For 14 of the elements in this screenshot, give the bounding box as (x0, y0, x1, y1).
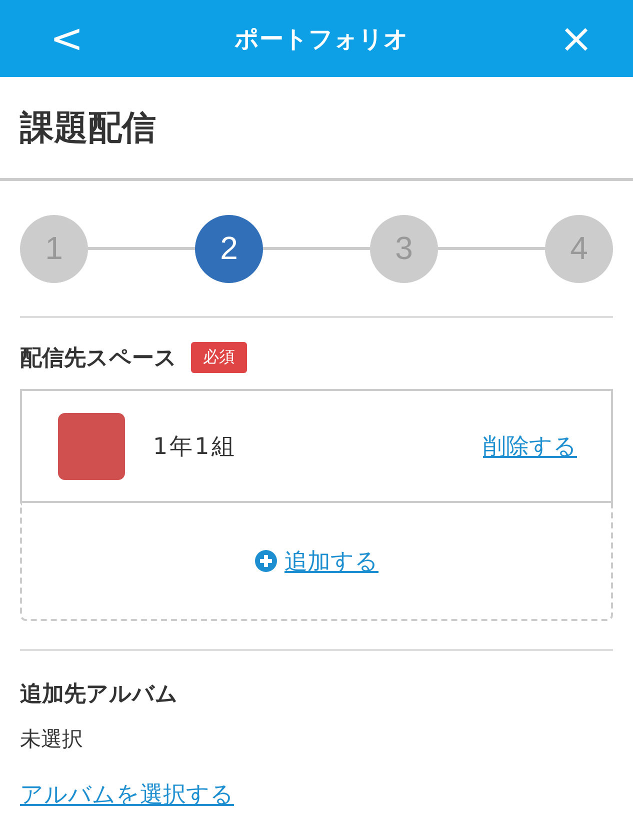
remove-link[interactable]: 削除する (483, 430, 577, 462)
close-button[interactable]: × (559, 18, 593, 58)
page-title: 課題配信 (20, 106, 156, 150)
space-name: 1年1組 (153, 432, 238, 462)
plus-icon (254, 550, 276, 572)
header-title: ポートフォリオ (234, 24, 408, 54)
required-badge: 必須 (191, 342, 247, 373)
back-button[interactable]: < (50, 18, 84, 58)
step-indicator: 2 (195, 214, 263, 282)
album-value: 未選択 (20, 726, 84, 753)
section-label: 追加先アルバム (20, 681, 178, 709)
select-album-link[interactable]: アルバムを選択する (20, 782, 234, 808)
add-link[interactable]: 追加する (284, 546, 378, 576)
section-label: 配信先スペース (20, 344, 177, 372)
